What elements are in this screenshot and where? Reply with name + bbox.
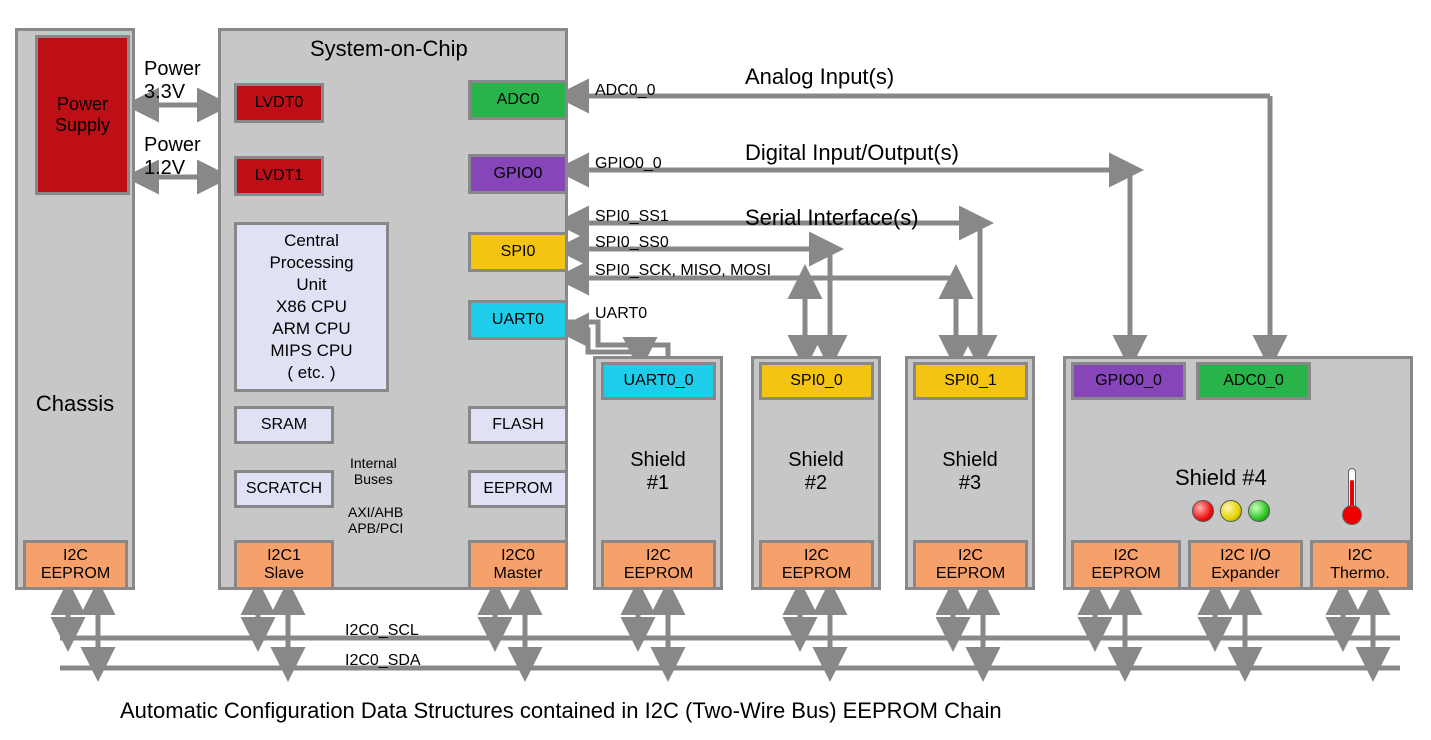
spi-bus-label: SPI0_SCK, MISO, MOSI xyxy=(595,262,771,280)
digital-label: Digital Input/Output(s) xyxy=(745,140,959,166)
bus-names-label: AXI/AHB APB/PCI xyxy=(348,504,403,536)
sram: SRAM xyxy=(234,406,334,444)
chassis-title: Chassis xyxy=(36,391,114,417)
thermometer-icon xyxy=(1340,465,1364,525)
internal-buses-label: Internal Buses xyxy=(350,455,397,487)
i2c-sda-label: I2C0_SDA xyxy=(345,652,421,670)
soc-title: System-on-Chip xyxy=(310,36,468,62)
spi0-ss1-label: SPI0_SS1 xyxy=(595,208,669,226)
shield-3-port: SPI0_1 xyxy=(913,362,1028,400)
uart0-sig-label: UART0 xyxy=(595,305,647,323)
eeprom: EEPROM xyxy=(468,470,568,508)
spi0-ss0-label: SPI0_SS0 xyxy=(595,234,669,252)
led-green-icon xyxy=(1248,500,1270,522)
flash: FLASH xyxy=(468,406,568,444)
gpio0-0-label: GPIO0_0 xyxy=(595,155,662,173)
analog-label: Analog Input(s) xyxy=(745,64,894,90)
i2c0-master: I2C0 Master xyxy=(468,540,568,590)
spi0: SPI0 xyxy=(468,232,568,272)
chassis-eeprom: I2C EEPROM xyxy=(23,540,128,590)
caption: Automatic Configuration Data Structures … xyxy=(120,698,1002,724)
shield-1-port: UART0_0 xyxy=(601,362,716,400)
shield-4-title: Shield #4 xyxy=(1175,465,1267,491)
gpio0: GPIO0 xyxy=(468,154,568,194)
led-yellow-icon xyxy=(1220,500,1242,522)
shield-2-eeprom: I2C EEPROM xyxy=(759,540,874,590)
i2c-scl-label: I2C0_SCL xyxy=(345,622,419,640)
shield-4-adc: ADC0_0 xyxy=(1196,362,1311,400)
uart0: UART0 xyxy=(468,300,568,340)
shield-4-eeprom: I2C EEPROM xyxy=(1071,540,1181,590)
scratch: SCRATCH xyxy=(234,470,334,508)
i2c1-slave: I2C1 Slave xyxy=(234,540,334,590)
lvdt1: LVDT1 xyxy=(234,156,324,196)
cpu: Central Processing Unit X86 CPU ARM CPU … xyxy=(234,222,389,392)
shield-4-gpio: GPIO0_0 xyxy=(1071,362,1186,400)
power-33v-label: Power 3.3V xyxy=(144,58,201,104)
power-12v-label: Power 1.2V xyxy=(144,134,201,180)
led-red-icon xyxy=(1192,500,1214,522)
shield-4-thermo: I2C Thermo. xyxy=(1310,540,1410,590)
adc0-0-label: ADC0_0 xyxy=(595,82,655,100)
shield-2-port: SPI0_0 xyxy=(759,362,874,400)
shield-3-eeprom: I2C EEPROM xyxy=(913,540,1028,590)
lvdt0: LVDT0 xyxy=(234,83,324,123)
shield-1-eeprom: I2C EEPROM xyxy=(601,540,716,590)
adc0: ADC0 xyxy=(468,80,568,120)
power-supply: Power Supply xyxy=(35,35,130,195)
serial-label: Serial Interface(s) xyxy=(745,205,919,231)
shield-4-io: I2C I/O Expander xyxy=(1188,540,1303,590)
